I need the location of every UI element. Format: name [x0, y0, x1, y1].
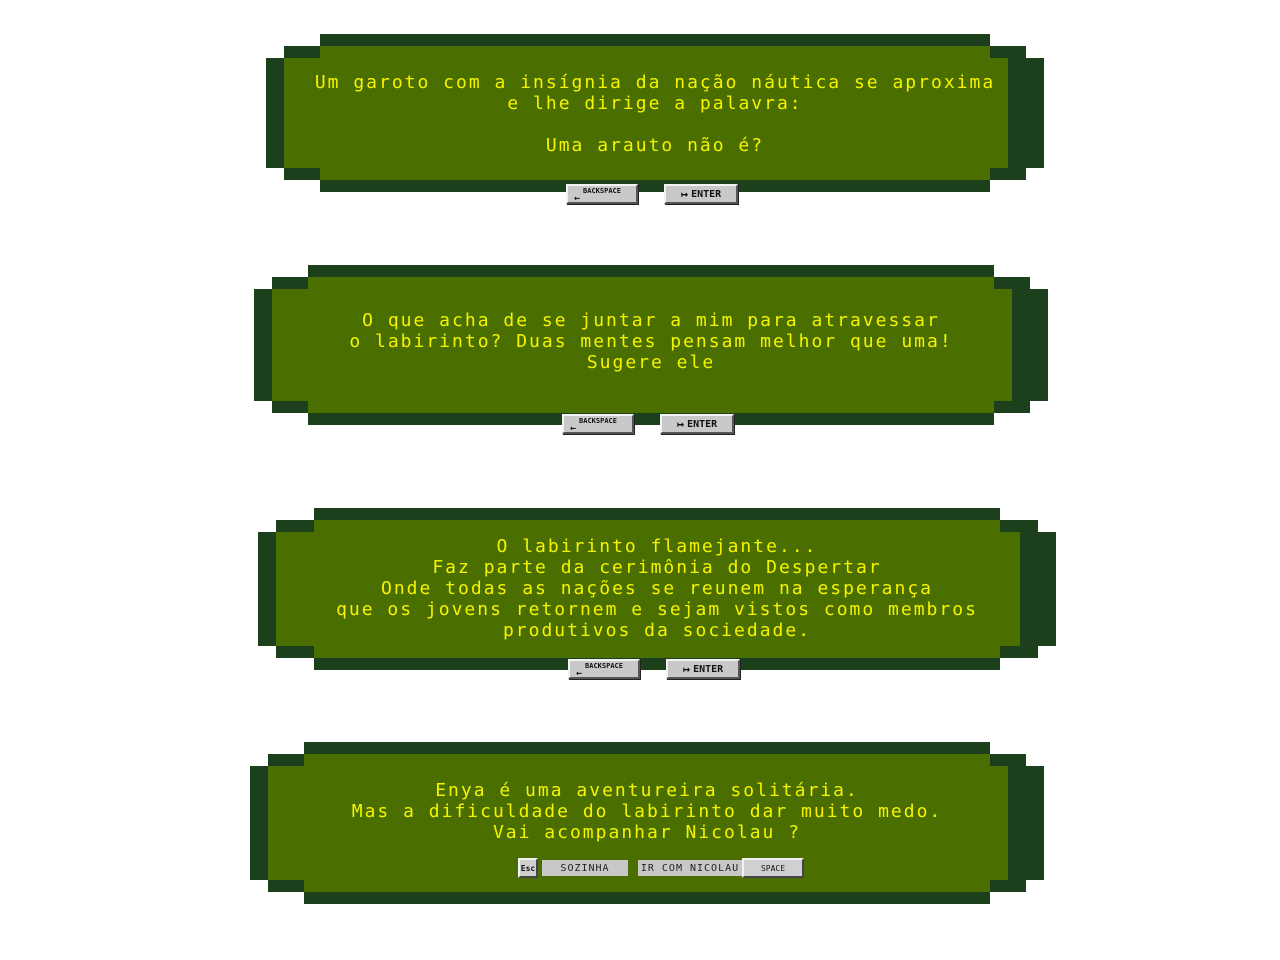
backspace-key[interactable]: BACKSPACE ← — [566, 184, 638, 204]
option-alone[interactable]: SOZINHA — [542, 860, 628, 876]
left-arrow-icon: ← — [576, 667, 583, 679]
enter-label: ENTER — [693, 663, 724, 675]
dialog-box-3: O labirinto flamejante... Faz parte da c… — [258, 508, 1056, 670]
left-arrow-icon: ← — [570, 422, 577, 434]
enter-key[interactable]: ↦ ENTER — [660, 414, 734, 434]
enter-arrow-icon: ↦ — [682, 662, 691, 676]
dialog-text: Enya é uma aventureira solitária. Mas a … — [351, 780, 943, 843]
enter-key[interactable]: ↦ ENTER — [666, 659, 740, 679]
enter-key[interactable]: ↦ ENTER — [664, 184, 738, 204]
dialog-box-1: Um garoto com a insígnia da nação náutic… — [266, 34, 1044, 192]
enter-label: ENTER — [687, 418, 718, 430]
backspace-key[interactable]: BACKSPACE ← — [562, 414, 634, 434]
esc-key[interactable]: Esc — [518, 858, 538, 878]
backspace-label: BACKSPACE — [583, 186, 621, 195]
enter-label: ENTER — [691, 188, 722, 200]
backspace-label: BACKSPACE — [585, 661, 623, 670]
key-hints: BACKSPACE ← ↦ ENTER — [568, 659, 740, 679]
dialog-text: O labirinto flamejante... Faz parte da c… — [336, 536, 978, 641]
enter-arrow-icon: ↦ — [680, 187, 689, 201]
dialog-text: Um garoto com a insígnia da nação náutic… — [314, 72, 996, 156]
left-arrow-icon: ← — [574, 192, 581, 204]
space-key[interactable]: SPACE — [742, 858, 804, 878]
dialog-text: O que acha de se juntar a mim para atrav… — [349, 310, 953, 373]
choice-bar: Esc SOZINHA IR COM NICOLAU SPACE — [518, 858, 804, 878]
option-with-nicolau[interactable]: IR COM NICOLAU — [638, 860, 742, 876]
enter-arrow-icon: ↦ — [676, 417, 685, 431]
key-hints: BACKSPACE ← ↦ ENTER — [566, 184, 738, 204]
dialog-box-4: Enya é uma aventureira solitária. Mas a … — [250, 742, 1044, 904]
backspace-key[interactable]: BACKSPACE ← — [568, 659, 640, 679]
backspace-label: BACKSPACE — [579, 416, 617, 425]
dialog-box-2: O que acha de se juntar a mim para atrav… — [254, 265, 1048, 425]
key-hints: BACKSPACE ← ↦ ENTER — [562, 414, 734, 434]
